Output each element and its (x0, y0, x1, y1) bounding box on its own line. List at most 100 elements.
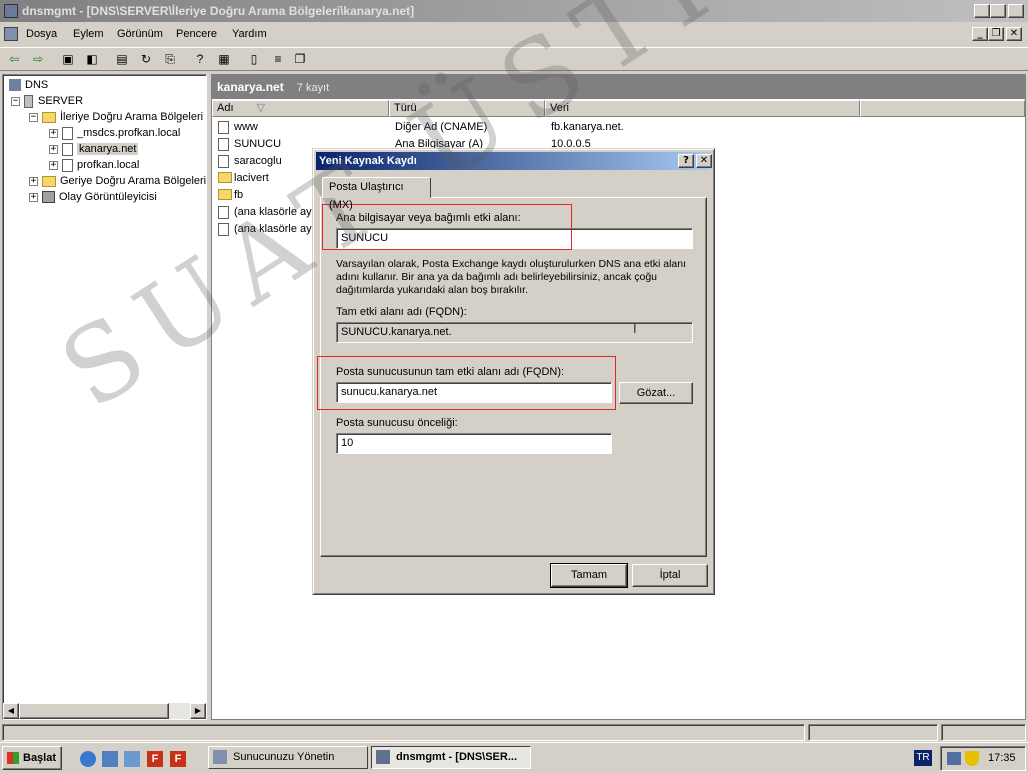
cell-name: www (234, 121, 258, 133)
expand-icon[interactable]: + (29, 192, 38, 202)
expand-icon[interactable]: + (49, 160, 58, 170)
maximize-button[interactable]: ❐ (990, 4, 1006, 18)
dialog-title: Yeni Kaynak Kaydı (319, 155, 417, 167)
child-close-button[interactable]: ✕ (1006, 27, 1022, 41)
tree-zone-kanarya[interactable]: + kanarya.net (49, 141, 139, 157)
menu-bar: Dosya Eylem Görünüm Pencere Yardım _ ❐ ✕ (0, 23, 1028, 45)
dialog-help-button[interactable]: ? (678, 154, 694, 168)
export-icon[interactable]: ⎘ (162, 51, 178, 67)
priority-input[interactable]: 10 (336, 433, 612, 454)
status-panel-main (2, 724, 805, 741)
task-dnsmgmt[interactable]: dnsmgmt - [DNS\SER... (371, 746, 531, 769)
task-manage-server[interactable]: Sunucunuzu Yönetin (208, 746, 368, 769)
status-bar (0, 722, 1028, 742)
cell-name: (ana klasörle ayr (234, 223, 316, 235)
host-highlight-box (322, 204, 572, 250)
folder-icon (42, 175, 56, 187)
new-record-dialog: Yeni Kaynak Kaydı ? ✕ Posta Ulaştırıcı (… (312, 148, 715, 595)
scroll-left-button[interactable]: ◀ (3, 703, 19, 719)
scroll-thumb[interactable] (19, 703, 169, 719)
dialog-title-bar: Yeni Kaynak Kaydı ? ✕ (316, 152, 712, 170)
properties-icon[interactable]: ▤ (114, 51, 130, 67)
table-row[interactable]: www Diğer Ad (CNAME) fb.kanarya.net. (216, 119, 1021, 135)
language-indicator[interactable]: TR (914, 750, 932, 766)
window-title: dnsmgmt - [DNS\SERVER\İleriye Doğru Aram… (22, 4, 415, 18)
folder-icon (218, 172, 232, 183)
system-tray: 17:35 (940, 746, 1026, 771)
expand-icon[interactable]: + (49, 128, 58, 138)
filezilla-server-icon[interactable]: F (170, 751, 186, 767)
start-button[interactable]: Başlat (2, 746, 62, 770)
tree-pane: DNS − SERVER − İleriye Doğru Arama Bölgele… (2, 74, 207, 720)
tree-event-viewer[interactable]: + Olay Görüntüleyicisi (29, 189, 157, 205)
column-header-type[interactable]: Türü (389, 100, 545, 117)
child-minimize-button[interactable]: _ (972, 27, 988, 41)
expand-icon[interactable]: + (49, 144, 58, 154)
filezilla-icon[interactable]: F (147, 751, 163, 767)
list-icon[interactable]: ≡ (270, 51, 286, 67)
ok-button[interactable]: Tamam (551, 564, 627, 587)
dialog-close-button[interactable]: ✕ (696, 154, 712, 168)
collapse-icon[interactable]: − (29, 112, 38, 122)
menu-gorunum[interactable]: Görünüm (117, 23, 163, 45)
child-restore-button[interactable]: ❐ (988, 27, 1004, 41)
up-folder-icon[interactable]: ▣ (60, 51, 76, 67)
tree-server[interactable]: − SERVER (11, 93, 83, 109)
zone-icon (62, 158, 73, 172)
column-header-empty (860, 100, 1025, 117)
outlook-icon[interactable] (102, 751, 118, 767)
security-shield-icon[interactable] (965, 751, 979, 766)
media-icon[interactable] (124, 751, 140, 767)
tree-hscrollbar[interactable]: ◀ ▶ (3, 703, 206, 719)
help-icon[interactable]: ? (192, 51, 208, 67)
ie-icon[interactable] (80, 751, 96, 767)
zone-title: kanarya.net (217, 80, 284, 94)
status-panel-2 (808, 724, 938, 741)
fqdn-field: SUNUCU.kanarya.net. (336, 322, 693, 343)
dns-icon (9, 79, 21, 92)
cell-data: fb.kanarya.net. (551, 121, 624, 133)
show-tree-icon[interactable]: ◧ (84, 51, 100, 67)
zone-icon (62, 126, 73, 140)
fqdn-label: Tam etki alanı adı (FQDN): (336, 306, 467, 318)
cancel-button[interactable]: İptal (632, 564, 708, 587)
minimize-button[interactable]: _ (974, 4, 990, 18)
menu-pencere[interactable]: Pencere (176, 23, 217, 45)
text-cursor-icon: I (633, 321, 637, 336)
tree-reverse-zones[interactable]: + Geriye Doğru Arama Bölgeleri (29, 173, 206, 189)
menu-eylem[interactable]: Eylem (73, 23, 104, 45)
expand-icon[interactable]: + (29, 176, 38, 186)
server-icon[interactable]: ▯ (246, 51, 262, 67)
record-icon (218, 206, 229, 219)
menu-dosya[interactable]: Dosya (26, 23, 57, 45)
tree-zone-msdcs[interactable]: + _msdcs.profkan.local (49, 125, 180, 141)
column-header-name[interactable]: Adı ▽ (212, 100, 389, 117)
app-title-bar: dnsmgmt - [DNS\SERVER\İleriye Doğru Aram… (0, 0, 1028, 22)
scroll-right-button[interactable]: ▶ (190, 703, 206, 719)
toolbar: ⇦ ⇨ ▣ ◧ ▤ ↻ ⎘ ? ▦ ▯ ≡ ❐ (0, 47, 1028, 71)
column-header-data[interactable]: Veri (545, 100, 860, 117)
cell-name: SUNUCU (234, 138, 282, 150)
tree-zone-profkan[interactable]: + profkan.local (49, 157, 139, 173)
folder-icon (42, 111, 56, 123)
tree-dns[interactable]: DNS (9, 77, 48, 93)
close-button[interactable]: ✕ (1008, 4, 1024, 18)
forward-icon[interactable]: ⇨ (30, 51, 46, 67)
tree-forward-zones[interactable]: − İleriye Doğru Arama Bölgeleri (29, 109, 203, 125)
back-icon[interactable]: ⇦ (6, 51, 22, 67)
clock: 17:35 (988, 752, 1016, 764)
records-icon[interactable]: ❐ (292, 51, 308, 67)
app-icon (4, 4, 18, 18)
refresh-icon[interactable]: ↻ (138, 51, 154, 67)
tab-mx[interactable]: Posta Ulaştırıcı (MX) (322, 177, 431, 211)
record-icon (218, 223, 229, 236)
event-viewer-icon (42, 191, 55, 204)
windows-logo-icon (7, 752, 19, 764)
action-pane-icon[interactable]: ▦ (216, 51, 232, 67)
browse-button[interactable]: Gözat... (619, 382, 693, 404)
record-icon (218, 121, 229, 134)
menu-yardim[interactable]: Yardım (232, 23, 267, 45)
collapse-icon[interactable]: − (11, 96, 20, 106)
network-icon[interactable] (947, 752, 961, 765)
priority-label: Posta sunucusu önceliği: (336, 417, 458, 429)
